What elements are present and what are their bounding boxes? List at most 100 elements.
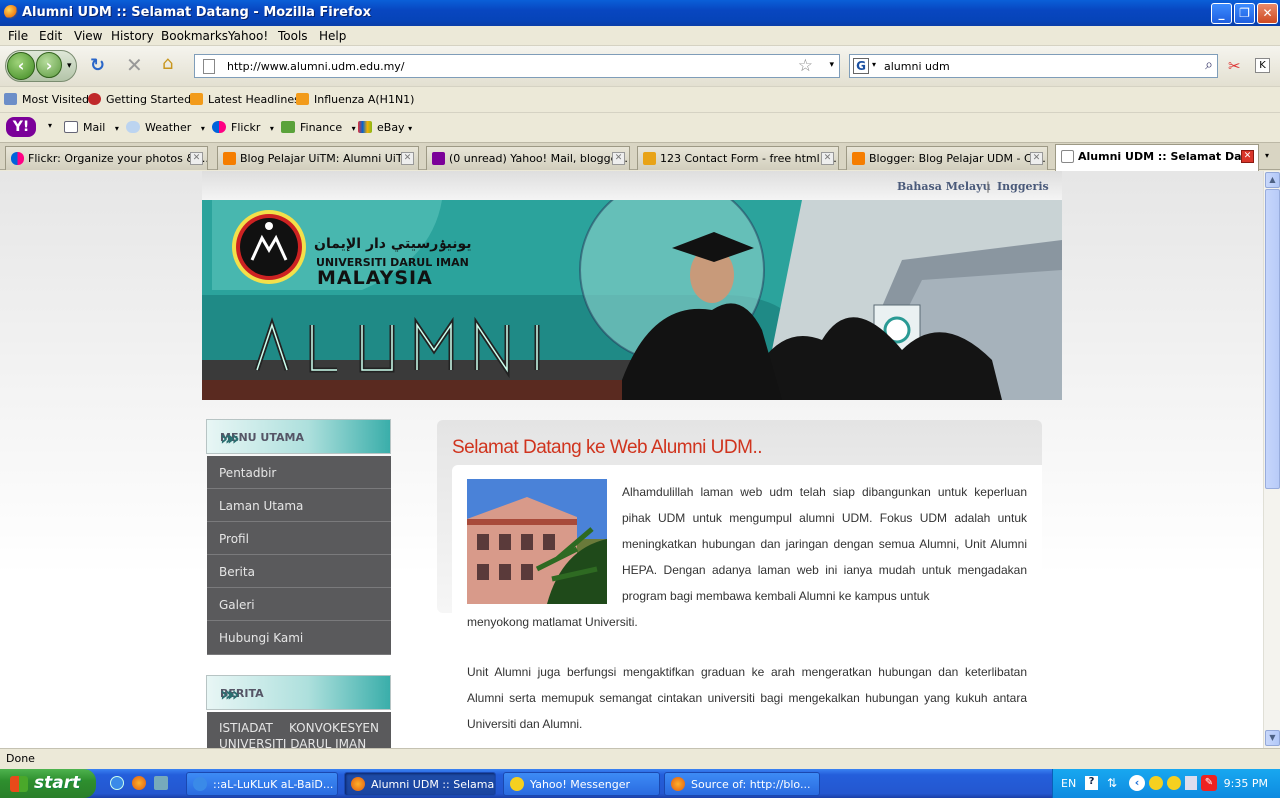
- ie-icon: [193, 777, 207, 791]
- windows-logo-icon: [10, 776, 28, 792]
- tab-yahoo-mail[interactable]: (0 unread) Yahoo! Mail, blogge... ✕: [426, 146, 630, 170]
- close-tab-icon[interactable]: ✕: [612, 152, 625, 165]
- ie-quicklaunch-icon[interactable]: [110, 776, 124, 790]
- reload-icon[interactable]: ↻: [90, 56, 105, 76]
- search-bar[interactable]: G ▾ alumni udm ⌕: [849, 54, 1218, 78]
- task-yahoo-messenger[interactable]: Yahoo! Messenger: [503, 772, 660, 796]
- windows-taskbar: start ::aL-LuKLuK aL-BaiD... Alumni UDM …: [0, 769, 1280, 798]
- restore-button[interactable]: ❐: [1234, 3, 1255, 24]
- nav-laman-utama[interactable]: Laman Utama: [207, 489, 391, 522]
- page-icon: [1061, 150, 1074, 163]
- bookmark-influenza[interactable]: Influenza A(H1N1): [296, 93, 414, 106]
- tab-alumni-udm[interactable]: Alumni UDM :: Selamat Da... ✕: [1055, 144, 1259, 171]
- lang-inggeris[interactable]: Inggeris: [997, 180, 1049, 193]
- yahoo-flickr-button[interactable]: Flickr ▾: [212, 121, 274, 134]
- tab-blogger[interactable]: Blogger: Blog Pelajar UDM - Cr... ✕: [846, 146, 1048, 170]
- desktop-quicklaunch-icon[interactable]: [154, 776, 168, 790]
- nav-profil[interactable]: Profil: [207, 522, 391, 555]
- blogger-icon: [223, 152, 236, 165]
- addon-k-icon[interactable]: K: [1255, 58, 1270, 73]
- menu-bookmarks[interactable]: Bookmarks: [161, 29, 228, 43]
- berita-item[interactable]: ISTIADAT KONVOKESYEN UNIVERSITI DARUL IM…: [207, 712, 391, 748]
- menu-help[interactable]: Help: [319, 29, 346, 43]
- firefox-quicklaunch-icon[interactable]: [132, 776, 146, 790]
- vertical-scrollbar[interactable]: ▲ ▼: [1263, 171, 1280, 748]
- double-chevron-icon: »»: [220, 426, 240, 450]
- bookmark-most-visited[interactable]: Most Visited: [4, 93, 89, 106]
- menu-file[interactable]: File: [8, 29, 28, 43]
- url-bar[interactable]: http://www.alumni.udm.edu.my/ ☆ ▾: [194, 54, 840, 78]
- bookmark-star-icon[interactable]: ☆: [798, 56, 813, 76]
- help-icon[interactable]: ?: [1085, 776, 1098, 790]
- stop-icon[interactable]: ✕: [126, 55, 143, 75]
- firefox-bookmark-icon: [88, 93, 101, 105]
- history-dropdown-icon[interactable]: ▾: [67, 56, 72, 76]
- smiley-tray-icon[interactable]: [1167, 776, 1181, 790]
- menu-tools[interactable]: Tools: [278, 29, 308, 43]
- yahoo-dropdown-icon[interactable]: ▾: [48, 121, 52, 130]
- menu-yahoo[interactable]: Yahoo!: [228, 29, 268, 43]
- antivirus-icon[interactable]: ✎: [1201, 775, 1217, 791]
- yahoo-logo-icon[interactable]: Y!: [6, 117, 36, 137]
- close-tab-icon[interactable]: ✕: [190, 152, 203, 165]
- scroll-down-icon[interactable]: ▼: [1265, 730, 1280, 746]
- bookmark-latest-headlines[interactable]: Latest Headlines: [190, 93, 300, 106]
- close-tab-icon[interactable]: ✕: [1030, 152, 1043, 165]
- tab-flickr[interactable]: Flickr: Organize your photos & ... ✕: [5, 146, 208, 170]
- scroll-thumb[interactable]: [1265, 189, 1280, 489]
- tab-contact-form[interactable]: 123 Contact Form - free html f... ✕: [637, 146, 839, 170]
- task-alumni-udm[interactable]: Alumni UDM :: Selama...: [344, 772, 496, 796]
- weather-icon: [126, 121, 140, 133]
- flickr-icon: [212, 121, 226, 133]
- status-text: Done: [6, 752, 35, 765]
- close-tab-icon[interactable]: ✕: [821, 152, 834, 165]
- yahoo-toolbar: Y! ▾ Mail ▾ Weather ▾ Flickr ▾ Finance ▾…: [0, 112, 1280, 142]
- bookmark-getting-started[interactable]: Getting Started: [88, 93, 191, 106]
- scroll-up-icon[interactable]: ▲: [1265, 172, 1280, 188]
- url-dropdown-icon[interactable]: ▾: [829, 60, 834, 70]
- folder-icon: [4, 93, 17, 105]
- yahoo-ebay-button[interactable]: eBay ▾: [358, 121, 412, 134]
- campus-photo: [467, 479, 607, 604]
- engine-dropdown-icon[interactable]: ▾: [872, 60, 876, 69]
- network-icon[interactable]: ⇅: [1107, 776, 1117, 790]
- search-query[interactable]: alumni udm: [884, 60, 950, 73]
- tab-bar: Flickr: Organize your photos & ... ✕ Blog…: [0, 142, 1280, 171]
- start-button[interactable]: start: [0, 769, 96, 798]
- web-page: Bahasa Melayu | Inggeris يونيۏرسيتي دار …: [0, 171, 1263, 748]
- messenger-tray-icon[interactable]: [1149, 776, 1163, 790]
- task-source-view[interactable]: Source of: http://blo...: [664, 772, 820, 796]
- nav-hubungi-kami[interactable]: Hubungi Kami: [207, 621, 391, 655]
- addon-icon[interactable]: ✂: [1228, 57, 1241, 75]
- close-tab-icon[interactable]: ✕: [401, 152, 414, 165]
- close-tab-icon[interactable]: ✕: [1241, 150, 1254, 163]
- status-bar: Done: [0, 748, 1280, 769]
- search-icon[interactable]: ⌕: [1205, 57, 1213, 73]
- nav-pentadbir[interactable]: Pentadbir: [207, 456, 391, 489]
- forward-button[interactable]: ›: [36, 52, 62, 78]
- volume-icon[interactable]: [1185, 776, 1197, 790]
- language-indicator[interactable]: EN: [1061, 777, 1076, 790]
- yahoo-mail-button[interactable]: Mail ▾: [64, 121, 119, 134]
- lang-separator: |: [986, 180, 991, 193]
- menu-history[interactable]: History: [111, 29, 154, 43]
- tray-collapse-icon[interactable]: ‹: [1129, 775, 1145, 791]
- banner-arabic-text: يونيۏرسيتي دار الإيمان: [314, 236, 472, 252]
- nav-galeri[interactable]: Galeri: [207, 588, 391, 621]
- nav-berita[interactable]: Berita: [207, 555, 391, 588]
- lang-bahasa-melayu[interactable]: Bahasa Melayu: [897, 180, 991, 193]
- tab-list-icon[interactable]: ▾: [1265, 151, 1269, 160]
- back-button[interactable]: ‹: [7, 52, 35, 80]
- menu-view[interactable]: View: [74, 29, 102, 43]
- task-blog-window[interactable]: ::aL-LuKLuK aL-BaiD...: [186, 772, 338, 796]
- home-icon[interactable]: ⌂: [162, 54, 173, 74]
- menu-utama-header: MENU UTAMA »»: [206, 419, 391, 454]
- menu-edit[interactable]: Edit: [39, 29, 62, 43]
- yahoo-finance-button[interactable]: Finance ▾: [281, 121, 356, 134]
- google-icon[interactable]: G: [853, 58, 869, 74]
- url-text[interactable]: http://www.alumni.udm.edu.my/: [227, 60, 405, 73]
- minimize-button[interactable]: _: [1211, 3, 1232, 24]
- yahoo-weather-button[interactable]: Weather ▾: [126, 121, 205, 134]
- close-window-button[interactable]: ✕: [1257, 3, 1278, 24]
- tab-blog-uitm[interactable]: Blog Pelajar UiTM: Alumni UiTM ✕: [217, 146, 419, 170]
